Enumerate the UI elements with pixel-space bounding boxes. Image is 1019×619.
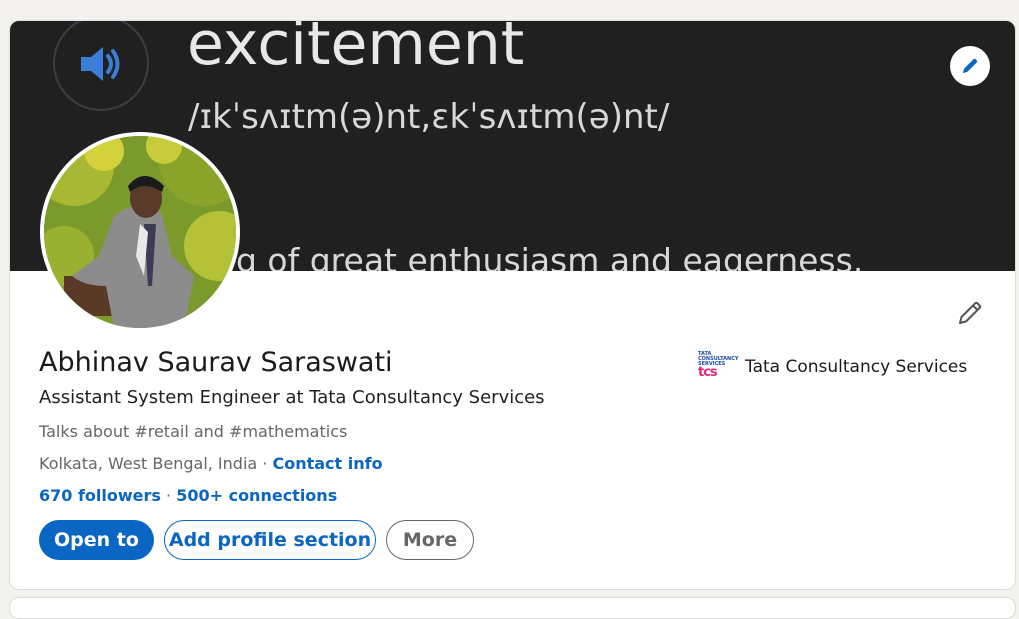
profile-headline: Assistant System Engineer at Tata Consul… — [39, 387, 545, 408]
connections-separator: · — [160, 486, 177, 505]
add-profile-section-button[interactable]: Add profile section — [164, 520, 376, 560]
followers-link[interactable]: 670 followers — [39, 486, 161, 505]
edit-intro-button[interactable] — [950, 293, 990, 333]
open-to-button[interactable]: Open to — [39, 520, 154, 560]
location-separator: · — [257, 454, 273, 473]
profile-photo[interactable] — [40, 132, 240, 332]
banner-definition: g of great enthusiasm and eagerness. — [236, 241, 864, 271]
more-button[interactable]: More — [386, 520, 474, 560]
company-name: Tata Consultancy Services — [745, 357, 968, 377]
pencil-icon — [959, 301, 982, 324]
profile-talks-about: Talks about #retail and #mathematics — [39, 422, 348, 441]
banner-phonetic: /ɪkˈsʌɪtm(ə)nt,ɛkˈsʌɪtm(ə)nt/ — [188, 97, 670, 137]
contact-info-link[interactable]: Contact info — [272, 454, 382, 473]
company-logo-mark: tcs — [698, 365, 718, 380]
profile-name: Abhinav Saurav Saraswati — [39, 347, 393, 378]
speaker-icon — [53, 21, 149, 111]
next-section-card — [9, 597, 1016, 619]
profile-location-line: Kolkata, West Bengal, India · Contact in… — [39, 454, 383, 473]
profile-top-card: excitement /ɪkˈsʌɪtm(ə)nt,ɛkˈsʌɪtm(ə)nt/… — [9, 20, 1016, 590]
edit-banner-button[interactable] — [950, 46, 990, 86]
profile-location: Kolkata, West Bengal, India — [39, 454, 258, 473]
profile-network-line: 670 followers · 500+ connections — [39, 486, 337, 505]
avatar — [44, 136, 236, 328]
pencil-icon — [963, 58, 978, 73]
current-company[interactable]: TATA CONSULTANCY SERVICES tcs Tata Consu… — [698, 352, 967, 382]
connections-link[interactable]: 500+ connections — [176, 486, 337, 505]
company-logo: TATA CONSULTANCY SERVICES tcs — [698, 352, 739, 382]
banner-word: excitement — [187, 21, 525, 79]
